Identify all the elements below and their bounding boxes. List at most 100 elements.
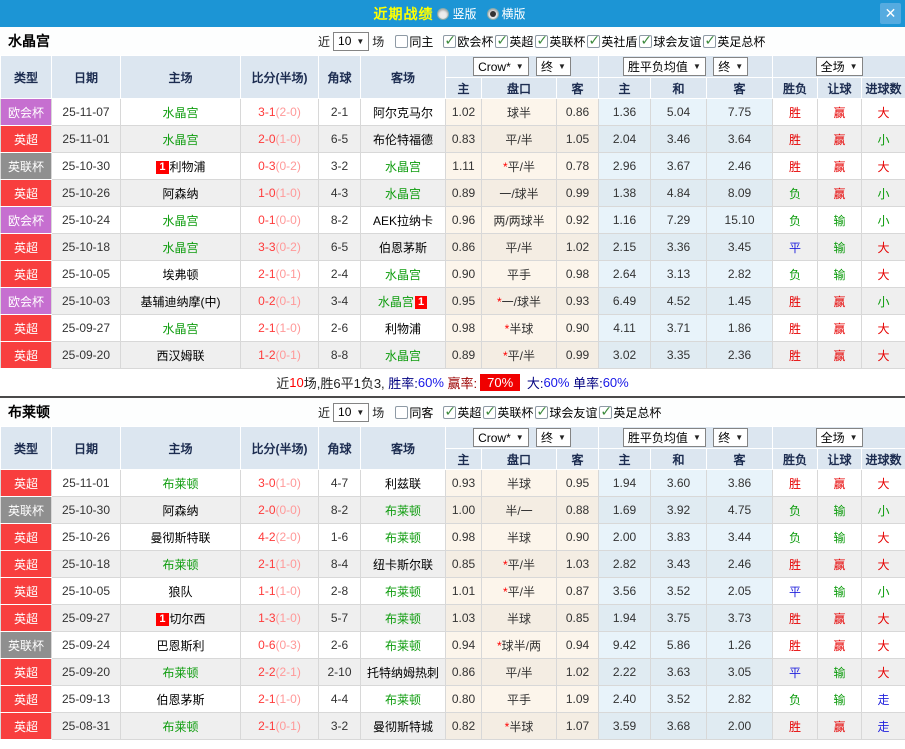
- average-select[interactable]: 胜平负均值 ▼: [622, 428, 706, 447]
- filter-checkbox[interactable]: [443, 403, 457, 420]
- home-team-name: 切尔西: [169, 611, 206, 626]
- chevron-down-icon: ▼: [558, 432, 566, 442]
- horizontal-radio-label[interactable]: 横版: [502, 5, 526, 22]
- close-button[interactable]: ✕: [880, 3, 901, 24]
- average-group-header: 胜平负均值 ▼ 终 ▼: [598, 55, 774, 78]
- halftime-score: (0-2): [275, 159, 301, 173]
- cell-avg-draw: 5.04: [650, 98, 708, 126]
- filter-checkbox[interactable]: [395, 405, 409, 419]
- average-select[interactable]: 胜平负均值 ▼: [622, 57, 706, 76]
- cell-result-handicap: 赢: [817, 179, 863, 207]
- home-team-name: 布莱顿: [162, 719, 199, 734]
- cell-odds-home: 1.01: [445, 577, 482, 605]
- filter-checkbox[interactable]: [395, 34, 409, 48]
- recent-count-select[interactable]: 10 ▼: [333, 31, 370, 51]
- halftime-score: (1-0): [275, 132, 301, 146]
- cell-avg-draw: 3.13: [650, 260, 708, 288]
- cell-score: 2-1(0-1): [240, 260, 319, 288]
- cell-corners: 3-4: [318, 287, 361, 315]
- halftime-score: (0-0): [275, 503, 301, 517]
- filter-checkbox[interactable]: [495, 32, 509, 49]
- match-row: 英超 25-11-01 布莱顿 3-0(1-0) 4-7 利兹联 0.93 半球 0.95 1.9…: [0, 469, 905, 497]
- cell-odds-away: 1.05: [555, 125, 600, 153]
- cell-avg-away: 3.44: [706, 523, 774, 551]
- away-team-name: 曼彻斯特城: [372, 719, 433, 734]
- home-team-name: 布莱顿: [162, 557, 199, 572]
- fulltime-score: 1-3: [258, 611, 276, 625]
- team-section: 布莱顿 近 10▼ 场 同客英超英联杯球会友谊英足总杯 类型 日期 主场 比分(…: [0, 396, 905, 740]
- halftime-score: (1-0): [275, 186, 301, 200]
- halftime-score: (2-0): [275, 530, 301, 544]
- col-subheader: 客: [706, 448, 774, 470]
- filter-checkbox[interactable]: [483, 403, 497, 420]
- vertical-radio-label[interactable]: 竖版: [452, 5, 476, 22]
- cell-odds-home: 1.00: [445, 496, 482, 524]
- cell-competition: 英联杯: [0, 496, 52, 524]
- cell-result-outcome: 负: [772, 496, 819, 524]
- col-subheader: 主: [445, 77, 482, 99]
- fullmatch-select[interactable]: 全场 ▼: [815, 57, 863, 76]
- final-select[interactable]: 终 ▼: [536, 56, 571, 76]
- away-team-name: 布莱顿: [384, 584, 421, 599]
- filter-checkbox[interactable]: [587, 32, 601, 49]
- home-team-name: 布莱顿: [162, 665, 199, 680]
- cell-home-team: 布莱顿: [120, 658, 241, 686]
- bookmaker-select[interactable]: Crow* ▼: [473, 428, 529, 448]
- match-row: 英超 25-09-20 布莱顿 2-2(2-1) 2-10 托特纳姆热刺 0.86 平/半 1.…: [0, 658, 905, 686]
- filter-checkbox[interactable]: [703, 32, 717, 49]
- cell-score: 2-1(1-0): [240, 314, 319, 342]
- cell-competition: 英超: [0, 523, 52, 551]
- filter-checkbox[interactable]: [599, 403, 613, 420]
- home-team-name: 狼队: [168, 584, 193, 599]
- recent-count-select[interactable]: 10 ▼: [333, 402, 370, 422]
- final-select[interactable]: 终 ▼: [536, 427, 571, 447]
- halftime-score: (1-0): [275, 584, 301, 598]
- cell-home-team: 埃弗顿: [120, 260, 241, 288]
- vertical-radio[interactable]: [437, 7, 450, 20]
- cell-odds-home: 0.94: [445, 631, 482, 659]
- cell-avg-away: 2.00: [706, 712, 774, 740]
- bookmaker-select[interactable]: Crow* ▼: [473, 57, 529, 77]
- cell-date: 25-09-13: [51, 685, 121, 713]
- cell-competition: 英超: [0, 658, 52, 686]
- cell-avg-draw: 4.52: [650, 287, 708, 315]
- cell-score: 4-2(2-0): [240, 523, 319, 551]
- cell-competition: 英超: [0, 469, 52, 497]
- col-subheader: 盘口: [481, 448, 557, 470]
- cell-odds-home: 1.03: [445, 604, 482, 632]
- filter-checkbox[interactable]: [443, 32, 457, 49]
- match-row: 英超 25-10-26 曼彻斯特联 4-2(2-0) 1-6 布莱顿 0.98 半球 0.90 2…: [0, 523, 905, 551]
- handicap-group-header: Crow* ▼ 终 ▼: [444, 426, 600, 449]
- cell-date: 25-10-03: [51, 287, 121, 315]
- section-header: 水晶宫 近 10▼ 场 同主 欧会杯英超英联杯英社盾球会友谊英足总杯: [0, 27, 905, 55]
- filter-checkbox[interactable]: [535, 32, 549, 49]
- away-team-name: 布莱顿: [384, 611, 421, 626]
- col-header-date: 日期: [51, 426, 121, 470]
- handicap-text: 球半: [506, 105, 531, 120]
- cell-away-team: 布莱顿: [360, 496, 446, 524]
- final-select-2[interactable]: 终 ▼: [713, 57, 749, 76]
- cell-score: 2-0(0-0): [240, 496, 319, 524]
- cell-competition: 欧会杯: [0, 206, 52, 234]
- cell-result-handicap: 输: [817, 260, 863, 288]
- cell-result-goals: 大: [861, 604, 905, 632]
- away-team-name: 布莱顿: [384, 638, 421, 653]
- halftime-score: (1-0): [275, 476, 301, 490]
- cell-result-goals: 大: [861, 152, 905, 180]
- filter-label: 球会友谊: [549, 405, 598, 420]
- horizontal-radio[interactable]: [486, 7, 499, 20]
- cell-corners: 8-8: [318, 341, 361, 369]
- team-name: 水晶宫: [8, 33, 50, 49]
- cell-competition: 英超: [0, 314, 52, 342]
- cell-score: 2-2(2-1): [240, 658, 319, 686]
- final-select-2[interactable]: 终 ▼: [713, 428, 749, 447]
- filter-checkbox[interactable]: [639, 32, 653, 49]
- cell-home-team: 1 利物浦: [120, 152, 241, 180]
- cell-away-team: 布莱顿: [360, 523, 446, 551]
- col-header-corner: 角球: [318, 426, 361, 470]
- match-row: 英超 25-10-18 布莱顿 2-1(1-0) 8-4 纽卡斯尔联 0.85 *平/半 1.0…: [0, 550, 905, 578]
- col-subheader: 和: [650, 77, 708, 99]
- filter-checkbox[interactable]: [535, 403, 549, 420]
- fulltime-score: 3-0: [258, 476, 276, 490]
- fullmatch-select[interactable]: 全场 ▼: [815, 428, 863, 447]
